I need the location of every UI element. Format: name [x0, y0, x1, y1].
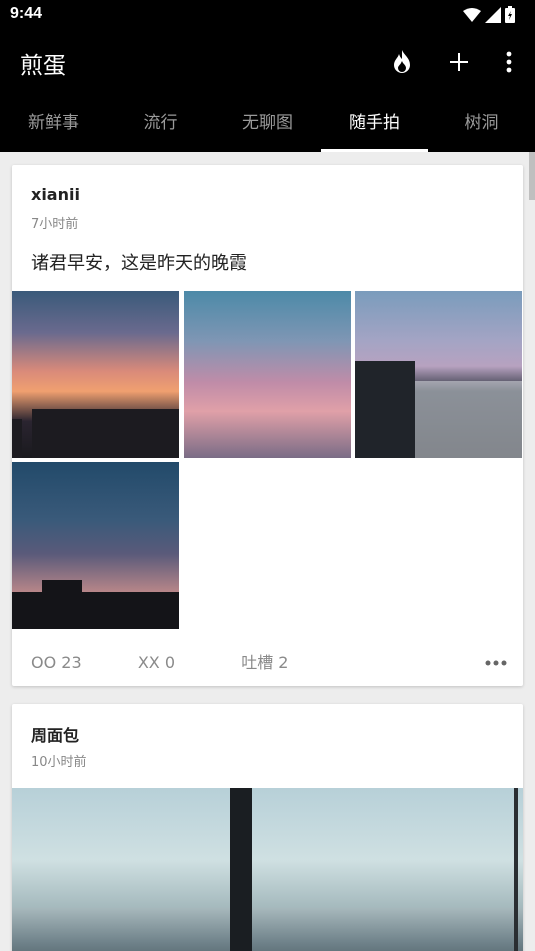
- post-time: 7小时前: [31, 217, 79, 232]
- status-bar: 9:44: [0, 0, 535, 30]
- tab-bar: 新鲜事 流行 无聊图 随手拍 树洞: [0, 95, 535, 152]
- battery-icon: [505, 6, 515, 23]
- more-horiz-icon: [485, 660, 507, 666]
- plus-icon: [450, 53, 468, 71]
- post-author[interactable]: xianii: [31, 185, 80, 204]
- flame-icon: [394, 50, 410, 73]
- building-silhouette: [355, 361, 522, 458]
- overflow-menu-button[interactable]: [495, 48, 523, 76]
- tab-snapshots[interactable]: 随手拍: [321, 95, 428, 152]
- window-frame: [514, 788, 518, 951]
- xx-vote-button[interactable]: XX 0: [138, 653, 175, 672]
- post-stats: OO 23 XX 0 吐槽 2: [31, 649, 288, 673]
- post-content: 诸君早安，这是昨天的晚霞: [31, 253, 247, 274]
- signal-icon: [485, 6, 501, 23]
- post-more-button[interactable]: [485, 652, 507, 671]
- building-silhouette: [12, 580, 179, 629]
- oo-vote-button[interactable]: OO 23: [31, 653, 82, 672]
- tab-boring-pics[interactable]: 无聊图: [214, 95, 321, 152]
- app-bar: 煎蛋: [0, 30, 535, 95]
- city-skyline: [12, 908, 523, 951]
- status-icons: [463, 6, 515, 23]
- tab-popular[interactable]: 流行: [107, 95, 214, 152]
- window-frame: [230, 788, 252, 951]
- post-photo[interactable]: [12, 788, 523, 951]
- comments-button[interactable]: 吐槽 2: [241, 653, 288, 672]
- post-photo[interactable]: [12, 291, 180, 458]
- status-time: 9:44: [10, 5, 43, 22]
- post-card[interactable]: xianii 7小时前 诸君早安，这是昨天的晚霞 OO 23 XX 0 吐槽 2: [12, 165, 523, 686]
- wifi-icon: [463, 7, 481, 22]
- scrollbar[interactable]: [529, 152, 535, 200]
- tab-treehole[interactable]: 树洞: [428, 95, 535, 152]
- post-card[interactable]: 周面包 10小时前: [12, 704, 523, 951]
- post-photo[interactable]: [184, 291, 351, 458]
- more-vert-icon: [506, 51, 512, 73]
- post-photo[interactable]: [355, 291, 522, 458]
- add-button[interactable]: [445, 48, 473, 76]
- hot-button[interactable]: [388, 48, 416, 76]
- post-photo[interactable]: [12, 462, 179, 629]
- post-author[interactable]: 周面包: [31, 722, 79, 746]
- app-title: 煎蛋: [20, 53, 66, 79]
- post-time: 10小时前: [31, 755, 87, 770]
- tab-fresh[interactable]: 新鲜事: [0, 95, 107, 152]
- building-silhouette: [12, 409, 180, 458]
